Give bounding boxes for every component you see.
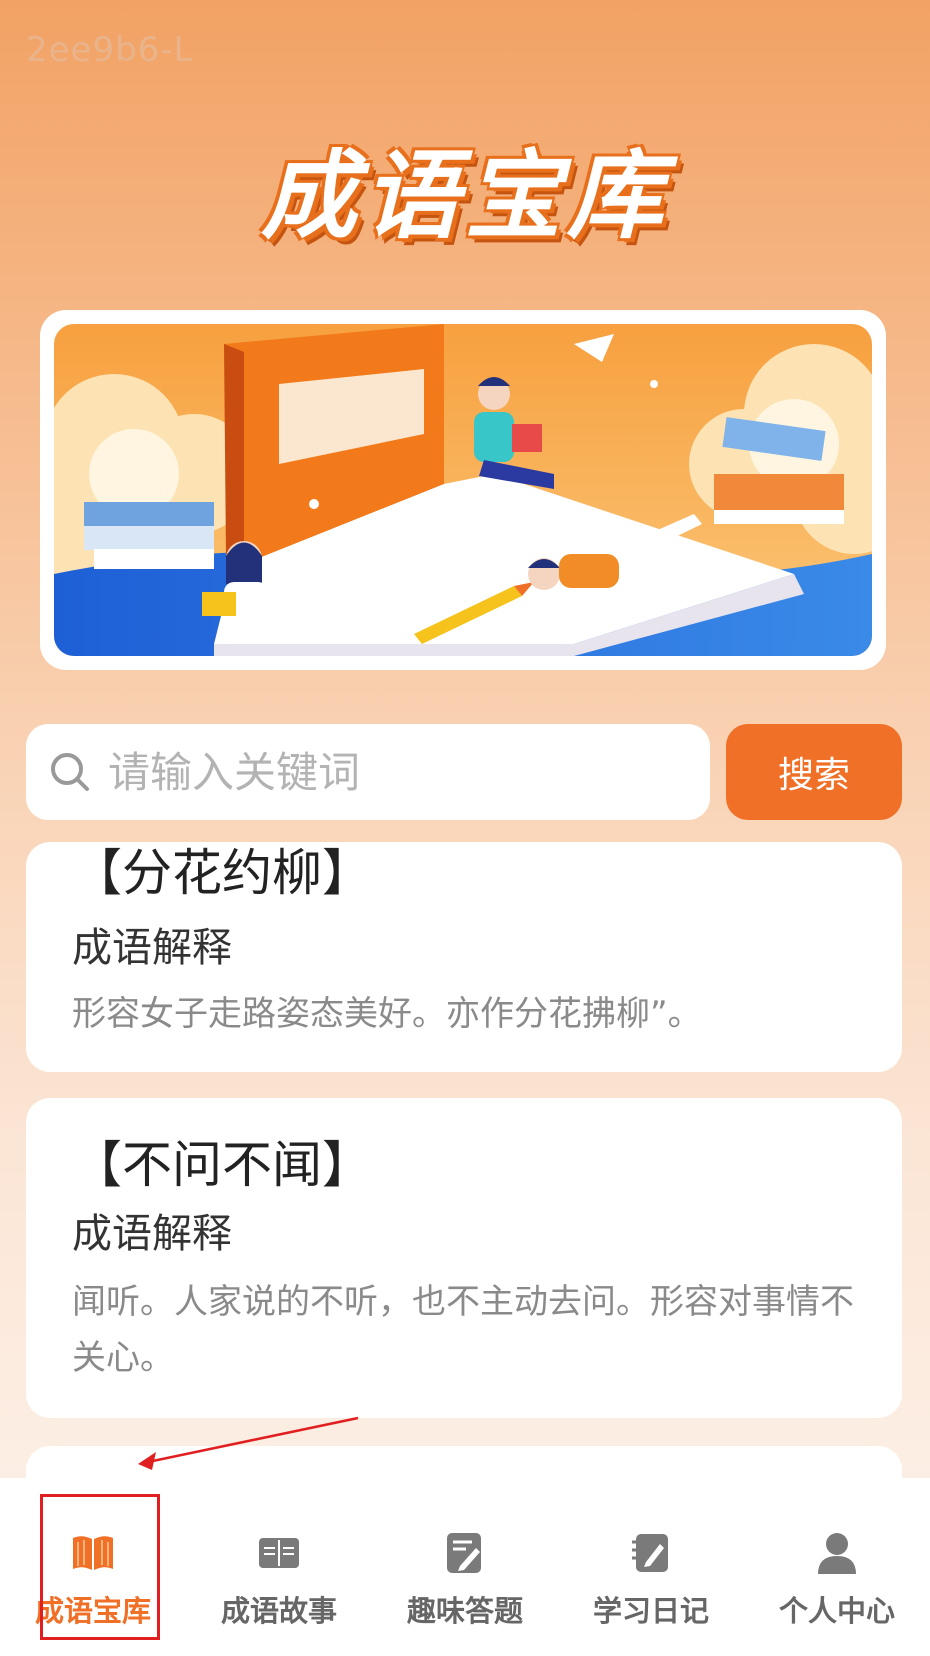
banner-illustration — [54, 324, 872, 656]
search-button[interactable]: 搜索 — [726, 724, 902, 820]
search-icon — [51, 753, 89, 791]
quiz-pencil-icon — [447, 1533, 481, 1573]
tab-fun-quiz[interactable]: 趣味答题 — [379, 1478, 551, 1630]
list-item[interactable]: 【不问不闻】 成语解释 闻听。人家说的不听，也不主动去问。形容对事情不关心。 — [26, 1098, 902, 1418]
idiom-description: 闻听。人家说的不听，也不主动去问。形容对事情不关心。 — [72, 1282, 854, 1378]
list-item[interactable]: 【分花约柳】 成语解释 形容女子走路姿态美好。亦作分花拂柳”。 — [26, 842, 902, 1072]
tab-label: 学习日记 — [592, 1594, 709, 1628]
notebook-pencil-icon — [632, 1534, 668, 1572]
watermark: 2ee9b6-L — [26, 30, 194, 70]
banner[interactable] — [40, 310, 886, 670]
idiom-name: 【分花约柳】 — [72, 844, 372, 902]
idiom-subtitle: 成语解释 — [72, 1211, 232, 1257]
tab-label: 成语故事 — [220, 1594, 337, 1628]
list-item-partial[interactable] — [26, 1446, 902, 1478]
story-book-icon — [259, 1538, 299, 1568]
idiom-description: 形容女子走路姿态美好。亦作分花拂柳”。 — [72, 994, 702, 1034]
tab-label: 趣味答题 — [406, 1594, 523, 1628]
tab-label: 个人中心 — [778, 1594, 895, 1628]
idiom-subtitle: 成语解释 — [72, 925, 232, 971]
user-icon — [818, 1533, 856, 1574]
idiom-list[interactable]: 【分花约柳】 成语解释 形容女子走路姿态美好。亦作分花拂柳”。 【不问不闻】 成… — [0, 842, 930, 1478]
page-title: 成语宝库 — [261, 140, 669, 252]
tab-study-diary[interactable]: 学习日记 — [565, 1478, 737, 1630]
tab-personal-center[interactable]: 个人中心 — [751, 1478, 923, 1630]
annotation-highlight-box — [40, 1494, 160, 1640]
search-input[interactable] — [106, 746, 710, 798]
search-box[interactable] — [26, 724, 710, 820]
idiom-name: 【不问不闻】 — [72, 1136, 372, 1194]
tab-idiom-stories[interactable]: 成语故事 — [193, 1478, 365, 1630]
